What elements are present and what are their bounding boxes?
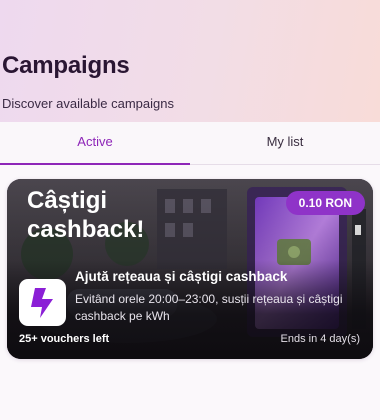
page-title: Campaigns: [2, 52, 130, 79]
campaign-description: Evitând orele 20:00–23:00, susții rețeau…: [75, 292, 343, 323]
tab-bar: Active My list: [0, 122, 380, 165]
vouchers-left: 25+ vouchers left: [19, 333, 110, 345]
campaign-logo: [19, 279, 66, 326]
page-header: Campaigns Discover available campaigns: [0, 0, 380, 122]
lightning-bolt-icon: [31, 288, 53, 318]
campaign-card[interactable]: Câștigi cashback! 0.10 RON Ajută rețeaua…: [7, 179, 373, 359]
tab-active-indicator: [0, 163, 190, 165]
promo-title: Câștigi cashback!: [27, 187, 145, 243]
tab-my-list[interactable]: My list: [190, 122, 380, 164]
page-subtitle: Discover available campaigns: [2, 96, 174, 111]
tab-active-label: Active: [77, 134, 113, 149]
campaign-title: Ajută rețeaua și câștigi cashback: [75, 269, 288, 284]
tab-active[interactable]: Active: [0, 122, 190, 165]
ends-in: Ends in 4 day(s): [280, 333, 360, 345]
tab-my-list-label: My list: [266, 134, 304, 149]
price-badge: 0.10 RON: [285, 191, 365, 215]
